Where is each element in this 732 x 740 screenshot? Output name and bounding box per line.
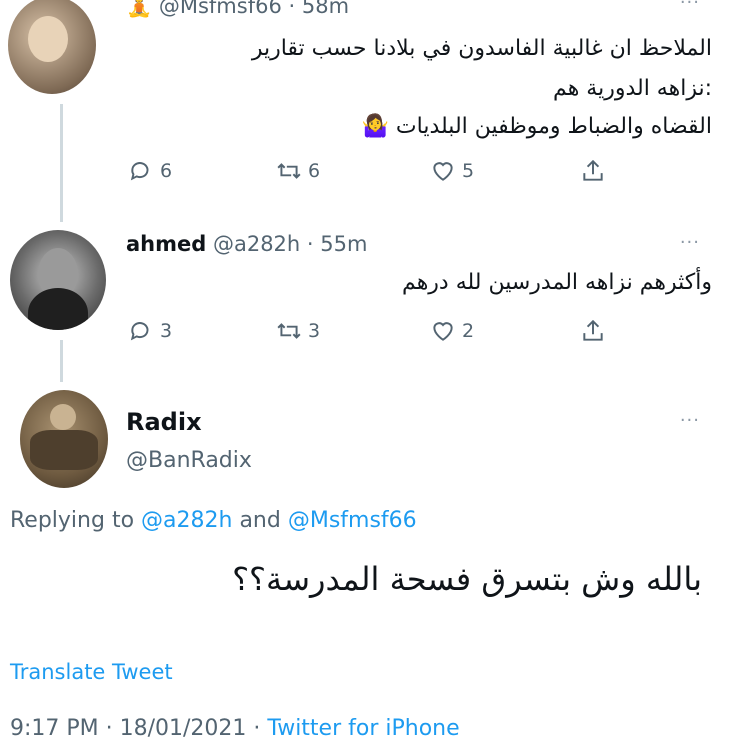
reply-count: 3 [160,320,173,342]
tweet-time[interactable]: · 55m [307,232,368,256]
retweet-button[interactable]: 3 [276,318,320,344]
user-handle[interactable]: @a282h [213,232,300,256]
replying-to: Replying to @a282h and @Msfmsf66 [10,508,417,533]
tweet-text-line: الملاحظ ان غالبية الفاسدون في بلادنا حسب… [251,36,712,61]
reply-button[interactable]: 3 [128,318,172,344]
replying-and: and [232,508,288,533]
tweet-actions: 3 3 2 [128,318,628,350]
retweet-icon [277,163,301,179]
replying-label: Replying to [10,508,142,533]
source-link[interactable]: Twitter for iPhone [267,716,459,740]
reply-count: 6 [160,160,173,182]
tweet-actions: 6 6 5 [128,158,628,190]
more-options-icon[interactable]: ··· [680,232,700,253]
share-icon [583,319,603,341]
more-options-icon[interactable]: ··· [680,410,700,431]
tweet-text: بالله وش بتسرق فسحة المدرسة؟؟ [232,560,702,598]
more-options-icon[interactable]: ··· [680,0,700,13]
retweet-button[interactable]: 6 [276,158,320,184]
reply-icon [130,322,149,341]
tweet-text-line: القضاه والضباط وموظفين البلديات 🤷‍♀️ [361,114,712,139]
tweet-meta: 9:17 PM · 18/01/2021 · Twitter for iPhon… [10,716,460,740]
like-count: 2 [462,320,475,342]
tweet-text-line: :نزاهه الدورية هم [553,76,712,101]
share-button[interactable] [580,318,612,344]
reply-icon [130,162,149,181]
avatar[interactable] [10,230,106,330]
user-handle[interactable]: @Msfmsf66 [159,0,282,18]
user-name[interactable]: Radix [126,408,202,436]
retweet-icon [277,323,301,339]
like-button[interactable]: 5 [430,158,474,184]
thread-line [60,340,63,382]
translate-tweet-link[interactable]: Translate Tweet [10,660,173,684]
tweet-time[interactable]: · 58m [289,0,350,18]
mention-link[interactable]: @Msfmsf66 [288,508,417,533]
reply-button[interactable]: 6 [128,158,172,184]
tweet-header: 🧘 @Msfmsf66 · 58m [126,0,349,19]
tweet-text-line: وأكثرهم نزاهه المدرسين لله درهم [402,270,712,295]
thread-line [60,104,63,222]
like-button[interactable]: 2 [430,318,474,344]
user-handle[interactable]: @BanRadix [126,448,252,473]
heart-icon [433,322,453,341]
share-button[interactable] [580,158,612,184]
retweet-count: 6 [308,160,321,182]
heart-icon [433,162,453,181]
avatar[interactable] [20,390,108,488]
emoji-icon: 🧘 [126,0,153,18]
like-count: 5 [462,160,475,182]
share-icon [583,159,603,181]
retweet-count: 3 [308,320,321,342]
timestamp[interactable]: 9:17 PM · 18/01/2021 · [10,716,267,740]
mention-link[interactable]: @a282h [141,508,232,533]
user-name[interactable]: ahmed [126,232,206,256]
avatar[interactable] [8,0,96,94]
tweet-header: ahmed @a282h · 55m [126,232,367,256]
